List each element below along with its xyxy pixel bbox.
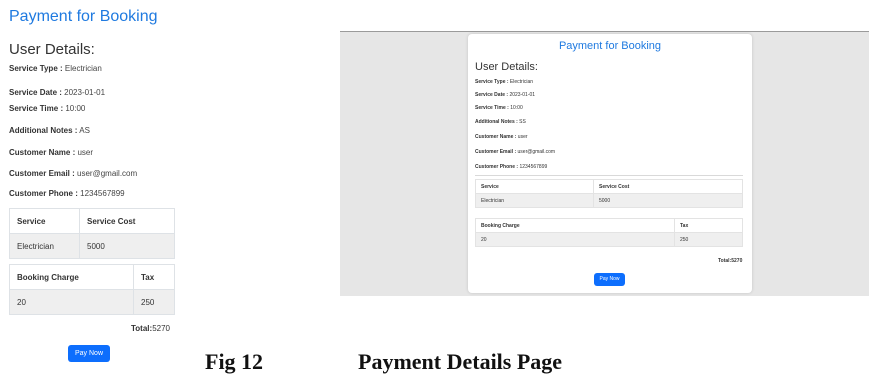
service-time-row: Service Time : 10:00	[475, 105, 523, 111]
field-value: SS	[517, 119, 526, 125]
field-value: user@gmail.com	[516, 149, 556, 155]
figure-title: Payment Details Page	[358, 349, 563, 374]
service-time-row: Service Time : 10:00	[9, 104, 85, 113]
field-value: 2023-01-01	[61, 88, 106, 97]
service-table: Service Service Cost Electrician 5000	[9, 208, 175, 259]
table-cell: 20	[475, 232, 675, 247]
field-label: Service Date :	[475, 92, 509, 98]
pay-now-button[interactable]: Pay Now	[68, 345, 110, 362]
charge-table: Booking Charge Tax 20 250	[9, 264, 175, 315]
divider	[475, 175, 743, 176]
total-value: 5270	[152, 324, 170, 333]
figure-number: Fig 12	[205, 349, 264, 374]
table-cell: 5000	[79, 233, 175, 259]
customer-email-row: Customer Email : user@gmail.com	[475, 149, 555, 155]
table-row: 20 250	[9, 289, 175, 315]
column-header: Tax	[133, 264, 175, 290]
table-cell: Electrician	[475, 193, 594, 208]
pay-now-button[interactable]: Pay Now	[594, 273, 625, 286]
field-value: Electrician	[62, 64, 102, 73]
total-label: Total:	[718, 258, 732, 264]
field-label: Additional Notes :	[475, 119, 518, 125]
field-value: 1234567899	[77, 189, 125, 198]
field-label: Service Type :	[475, 79, 509, 85]
table-row: Electrician 5000	[9, 233, 175, 259]
field-value: Electrician	[508, 79, 533, 85]
column-header: Service Cost	[79, 208, 175, 234]
column-header: Service	[475, 179, 594, 194]
table-header-row: Service Service Cost	[9, 208, 175, 234]
field-value: 2023-01-01	[508, 92, 536, 98]
service-type-row: Service Type : Electrician	[475, 79, 533, 85]
field-label: Customer Name :	[9, 148, 76, 157]
column-header: Service Cost	[593, 179, 743, 194]
mobile-payment-view: Payment for Booking User Details: Servic…	[0, 0, 190, 371]
column-header: Booking Charge	[9, 264, 134, 290]
service-date-row: Service Date : 2023-01-01	[475, 92, 535, 98]
table-cell: Electrician	[9, 233, 80, 259]
column-header: Booking Charge	[475, 218, 675, 233]
service-table: Service Service Cost Electrician 5000	[475, 179, 743, 208]
table-row: Electrician 5000	[475, 193, 743, 208]
field-value: user	[516, 134, 528, 140]
field-value: 1234567899	[518, 164, 548, 170]
field-label: Service Date :	[9, 88, 62, 97]
column-header: Service	[9, 208, 80, 234]
service-date-row: Service Date : 2023-01-01	[9, 88, 105, 97]
field-label: Customer Email :	[9, 169, 75, 178]
field-label: Customer Phone :	[9, 189, 78, 198]
field-label: Service Time :	[475, 105, 509, 111]
customer-email-row: Customer Email : user@gmail.com	[9, 169, 137, 178]
table-row: 20 250	[475, 232, 743, 247]
user-details-heading: User Details:	[9, 41, 95, 58]
page-title: Payment for Booking	[9, 8, 158, 25]
customer-name-row: Customer Name : user	[9, 148, 93, 157]
field-value: 10:00	[508, 105, 523, 111]
page-title: Payment for Booking	[558, 40, 662, 52]
customer-phone-row: Customer Phone : 1234567899	[9, 189, 125, 198]
field-label: Customer Email :	[475, 149, 517, 155]
field-label: Service Time :	[9, 104, 64, 113]
table-header-row: Service Service Cost	[475, 179, 743, 194]
field-label: Customer Phone :	[475, 164, 519, 170]
total-label: Total:	[131, 324, 153, 333]
customer-phone-row: Customer Phone : 1234567899	[475, 164, 547, 170]
table-cell: 250	[133, 289, 175, 315]
table-cell: 5000	[593, 193, 743, 208]
field-value: AS	[77, 126, 90, 135]
field-label: Service Type :	[9, 64, 63, 73]
field-value: user@gmail.com	[74, 169, 138, 178]
total-amount: Total:5270	[131, 324, 170, 333]
additional-notes-row: Additional Notes : SS	[475, 119, 526, 125]
user-details-heading: User Details:	[475, 61, 538, 73]
table-header-row: Booking Charge Tax	[475, 218, 743, 233]
charge-table: Booking Charge Tax 20 250	[475, 218, 743, 247]
payment-card: Payment for Booking User Details: Servic…	[468, 34, 752, 293]
desktop-payment-view: Payment for Booking User Details: Servic…	[340, 31, 869, 296]
table-header-row: Booking Charge Tax	[9, 264, 175, 290]
field-value: user	[75, 148, 94, 157]
total-value: 5270	[731, 258, 743, 264]
table-cell: 250	[674, 232, 743, 247]
service-type-row: Service Type : Electrician	[9, 64, 102, 73]
customer-name-row: Customer Name : user	[475, 134, 528, 140]
total-amount: Total:5270	[718, 258, 742, 264]
column-header: Tax	[674, 218, 743, 233]
field-value: 10:00	[63, 104, 86, 113]
field-label: Customer Name :	[475, 134, 517, 140]
additional-notes-row: Additional Notes : AS	[9, 126, 90, 135]
field-label: Additional Notes :	[9, 126, 78, 135]
table-cell: 20	[9, 289, 134, 315]
